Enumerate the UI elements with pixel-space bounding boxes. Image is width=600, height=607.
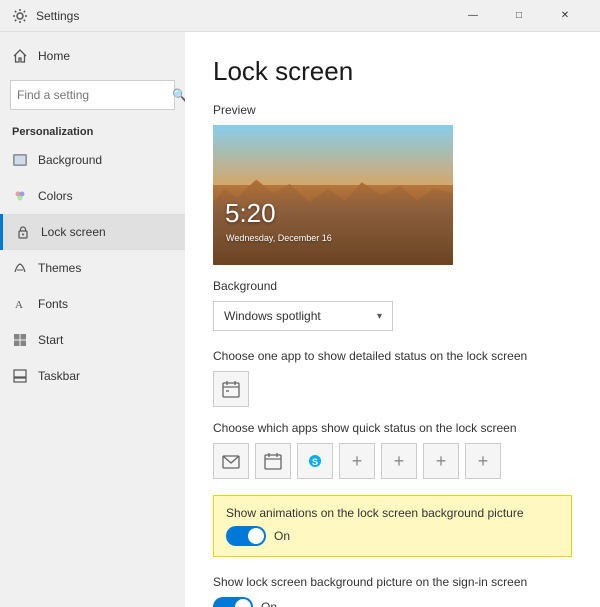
sidebar-taskbar-label: Taskbar [38,369,80,383]
svg-text:A: A [15,299,23,311]
sidebar: Home 🔍 Personalization Background [0,32,185,607]
sidebar-item-lock-screen[interactable]: Lock screen [0,214,185,250]
sidebar-home-label: Home [38,49,70,63]
minimize-button[interactable]: — [450,0,496,32]
animations-toggle-thumb [248,528,264,544]
animations-toggle-row: On [226,526,559,546]
sidebar-item-home[interactable]: Home [0,36,185,76]
quick-status-add-2[interactable]: + [381,443,417,479]
sidebar-item-start[interactable]: Start [0,322,185,358]
chevron-down-icon: ▾ [377,311,382,322]
preview-image: 5:20 Wednesday, December 16 [213,125,453,265]
titlebar: Settings — □ ✕ [0,0,600,32]
home-icon [12,48,28,64]
animations-label: Show animations on the lock screen backg… [226,506,559,520]
fonts-icon: A [12,296,28,312]
background-dropdown-value: Windows spotlight [224,309,321,323]
animations-toggle[interactable] [226,526,266,546]
search-input[interactable] [17,88,172,102]
sidebar-background-label: Background [38,153,102,167]
detailed-status-calendar-icon[interactable] [213,371,249,407]
sign-in-toggle-label: On [261,600,277,607]
taskbar-icon [12,368,28,384]
sidebar-item-colors[interactable]: Colors [0,178,185,214]
sidebar-item-background[interactable]: Background [0,142,185,178]
search-box[interactable]: 🔍 [10,80,175,110]
sign-in-toggle[interactable] [213,597,253,607]
preview-label: Preview [213,103,572,117]
preview-time: 5:20 [225,198,276,229]
quick-status-calendar-icon[interactable] [255,443,291,479]
sidebar-colors-label: Colors [38,189,73,203]
background-icon [12,152,28,168]
settings-app-icon [12,8,28,24]
sign-in-label: Show lock screen background picture on t… [213,575,572,589]
maximize-button[interactable]: □ [496,0,542,32]
sidebar-item-themes[interactable]: Themes [0,250,185,286]
start-icon [12,332,28,348]
preview-date: Wednesday, December 16 [226,233,332,243]
search-icon: 🔍 [172,88,185,102]
sidebar-section-title: Personalization [0,118,185,142]
sidebar-start-label: Start [38,333,63,347]
main-content: Lock screen Preview 5:20 Wednesday, Dece… [185,32,600,607]
sidebar-item-fonts[interactable]: A Fonts [0,286,185,322]
quick-status-add-3[interactable]: + [423,443,459,479]
animations-toggle-label: On [274,529,290,543]
sign-in-section: Show lock screen background picture on t… [213,567,572,607]
animations-section: Show animations on the lock screen backg… [213,495,572,557]
sidebar-item-taskbar[interactable]: Taskbar [0,358,185,394]
quick-status-mail-icon[interactable] [213,443,249,479]
close-button[interactable]: ✕ [542,0,588,32]
background-dropdown[interactable]: Windows spotlight ▾ [213,301,393,331]
svg-text:S: S [312,457,318,467]
sign-in-toggle-row: On [213,597,572,607]
detailed-status-label: Choose one app to show detailed status o… [213,349,572,363]
background-label: Background [213,279,572,293]
lock-icon [15,224,31,240]
sidebar-fonts-label: Fonts [38,297,68,311]
quick-status-add-4[interactable]: + [465,443,501,479]
colors-icon [12,188,28,204]
sidebar-lock-label: Lock screen [41,225,106,239]
sidebar-themes-label: Themes [38,261,81,275]
quick-status-add-1[interactable]: + [339,443,375,479]
titlebar-title: Settings [36,9,450,23]
window-controls: — □ ✕ [450,0,588,32]
quick-status-skype-icon[interactable]: S [297,443,333,479]
page-title: Lock screen [213,56,572,87]
app-body: Home 🔍 Personalization Background [0,32,600,607]
quick-status-label: Choose which apps show quick status on t… [213,421,572,435]
preview-sky [213,125,453,185]
themes-icon [12,260,28,276]
